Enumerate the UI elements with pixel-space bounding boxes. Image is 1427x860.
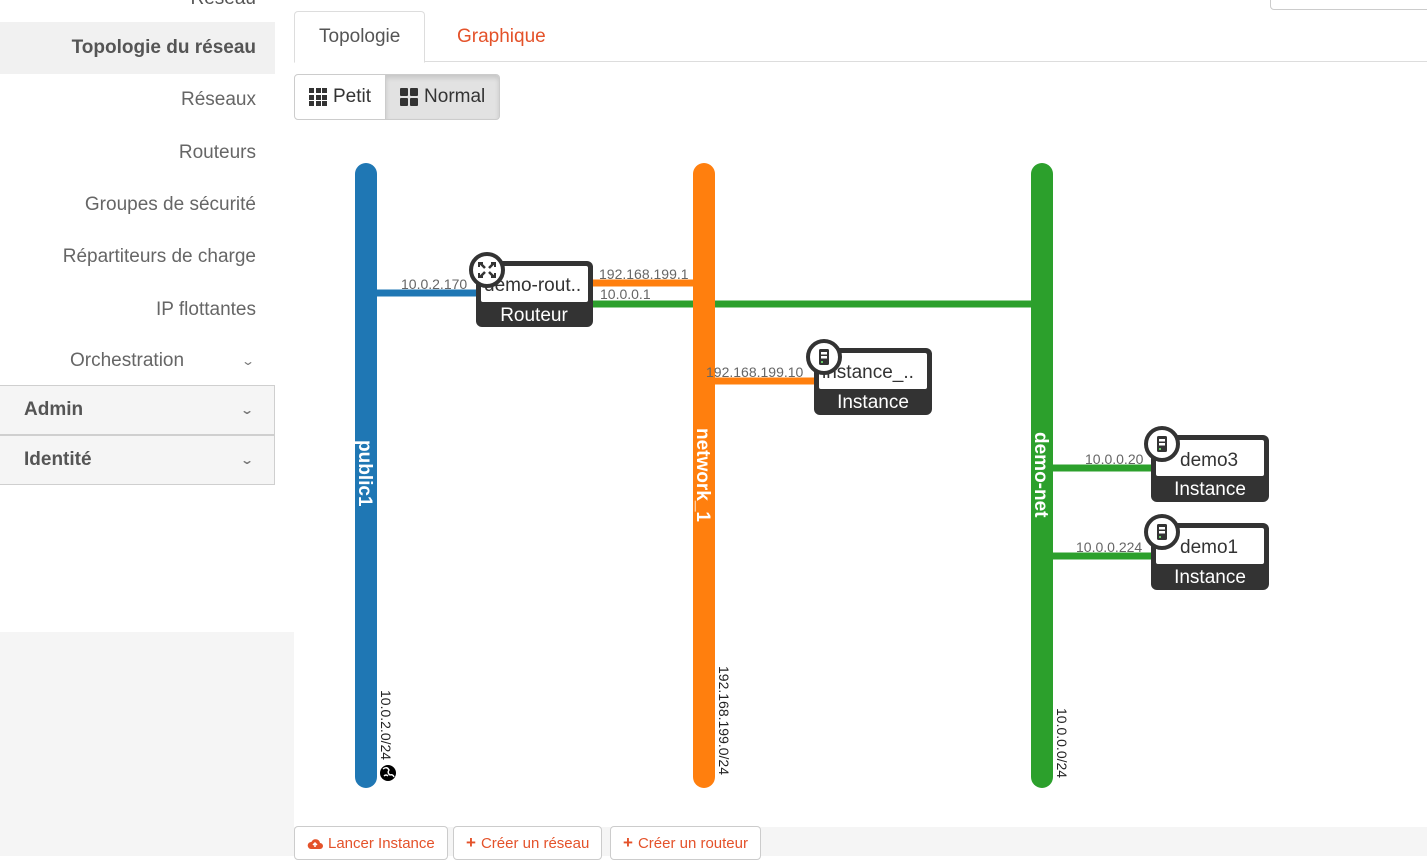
sidebar-item-label: Topologie du réseau xyxy=(71,37,256,58)
th-icon xyxy=(309,88,327,106)
chevron-down-icon: ⌄ xyxy=(239,453,255,467)
cloud-upload-icon xyxy=(307,838,323,849)
network-network-1[interactable]: network_1 192.168.199.0/24 xyxy=(692,163,732,788)
create-router-button[interactable]: + Créer un routeur xyxy=(610,826,761,860)
sidebar-dashboard-admin[interactable]: Admin ⌄ xyxy=(0,385,275,435)
sidebar-dashboard-identity[interactable]: Identité ⌄ xyxy=(0,435,275,485)
device-name: demo1 xyxy=(1180,537,1238,558)
sidebar-item-label: Répartiteurs de charge xyxy=(62,246,256,267)
topology-svg: public1 10.0.2.0/24 network_1 192.168.19… xyxy=(354,163,1269,788)
create-network-button[interactable]: + Créer un réseau xyxy=(453,826,603,860)
server-icon xyxy=(806,339,842,375)
sidebar-item-load-balancers[interactable]: Répartiteurs de charge xyxy=(0,231,275,283)
sidebar-item-routers[interactable]: Routeurs xyxy=(0,127,275,179)
sidebar-item-label: Groupes de sécurité xyxy=(84,194,256,215)
instance-instance[interactable]: instance_.. Instance xyxy=(806,339,932,415)
tab-label: Graphique xyxy=(457,25,546,47)
tab-label: Topologie xyxy=(319,26,401,47)
instance-demo3[interactable]: demo3 Instance xyxy=(1144,426,1269,502)
network-name: public1 xyxy=(354,440,375,507)
network-name: demo-net xyxy=(1030,432,1051,518)
sidebar-item-floating-ips[interactable]: IP flottantes xyxy=(0,284,275,336)
network-demo-net[interactable]: demo-net 10.0.0.0/24 xyxy=(1030,163,1070,788)
device-type: Instance xyxy=(837,392,909,413)
sidebar-group-orchestration[interactable]: Orchestration ⌄ xyxy=(0,335,275,387)
device-type: Instance xyxy=(1174,479,1246,500)
port-ip-label: 10.0.2.170 xyxy=(401,276,467,292)
plus-icon: + xyxy=(466,833,476,852)
action-label: Créer un réseau xyxy=(480,834,590,852)
network-name: network_1 xyxy=(692,428,713,522)
chevron-down-icon: ⌄ xyxy=(240,354,256,368)
sidebar-item-networks[interactable]: Réseaux xyxy=(0,74,275,126)
device-type: Routeur xyxy=(500,305,568,326)
sidebar-dashboard-label: Admin xyxy=(24,399,84,420)
sidebar-item-label: Réseaux xyxy=(181,89,256,110)
port-ip-label: 10.0.0.20 xyxy=(1085,451,1144,467)
sidebar: Réseau Topologie du réseau Réseaux Route… xyxy=(0,0,294,856)
network-cidr: 10.0.2.0/24 xyxy=(378,690,394,760)
globe-icon xyxy=(380,765,396,781)
th-large-icon xyxy=(400,88,419,106)
server-icon xyxy=(1144,426,1180,462)
size-button-label: Normal xyxy=(424,86,486,107)
action-label: Créer un routeur xyxy=(637,834,748,852)
device-type: Instance xyxy=(1174,567,1246,588)
server-icon xyxy=(1144,514,1180,550)
port-ip-label: 10.0.0.224 xyxy=(1076,539,1142,555)
port-ip-label: 192.168.199.10 xyxy=(706,364,804,380)
top-search-input[interactable] xyxy=(1270,0,1427,10)
network-cidr: 192.168.199.0/24 xyxy=(716,666,732,775)
action-label: Lancer Instance xyxy=(328,834,435,852)
sidebar-item-label: Routeurs xyxy=(178,142,256,163)
topology-tabs: Topologie Graphique xyxy=(294,11,1427,63)
instance-demo1[interactable]: demo1 Instance xyxy=(1144,514,1269,590)
sidebar-item-label: IP flottantes xyxy=(156,299,256,320)
size-toggle: Petit Normal xyxy=(294,74,501,120)
sidebar-dashboard-label: Identité xyxy=(24,449,92,470)
router-demo-router[interactable]: demo-rout.. Routeur xyxy=(469,252,593,327)
sidebar-group-label: Orchestration xyxy=(70,350,185,371)
small-size-button[interactable]: Petit xyxy=(294,74,387,120)
launch-instance-button[interactable]: Lancer Instance xyxy=(294,826,448,860)
topology-canvas: public1 10.0.2.0/24 network_1 192.168.19… xyxy=(294,130,1427,827)
size-button-label: Petit xyxy=(333,86,372,107)
plus-icon: + xyxy=(623,833,633,852)
normal-size-button[interactable]: Normal xyxy=(386,74,501,120)
sidebar-section-title: Réseau xyxy=(56,0,257,10)
port-ip-label: 192.168.199.1 xyxy=(599,266,689,282)
network-cidr: 10.0.0.0/24 xyxy=(1054,708,1070,778)
network-public1[interactable]: public1 10.0.2.0/24 xyxy=(354,163,396,788)
router-icon xyxy=(469,252,505,288)
chevron-down-icon: ⌄ xyxy=(239,403,255,417)
sidebar-footer-area xyxy=(0,632,294,856)
tab-graph[interactable]: Graphique xyxy=(433,11,570,62)
sidebar-item-network-topology[interactable]: Topologie du réseau xyxy=(0,22,275,74)
device-name: demo3 xyxy=(1180,450,1238,471)
sidebar-item-security-groups[interactable]: Groupes de sécurité xyxy=(0,179,275,231)
port-ip-label: 10.0.0.1 xyxy=(600,286,651,302)
tab-topology[interactable]: Topologie xyxy=(294,11,426,63)
